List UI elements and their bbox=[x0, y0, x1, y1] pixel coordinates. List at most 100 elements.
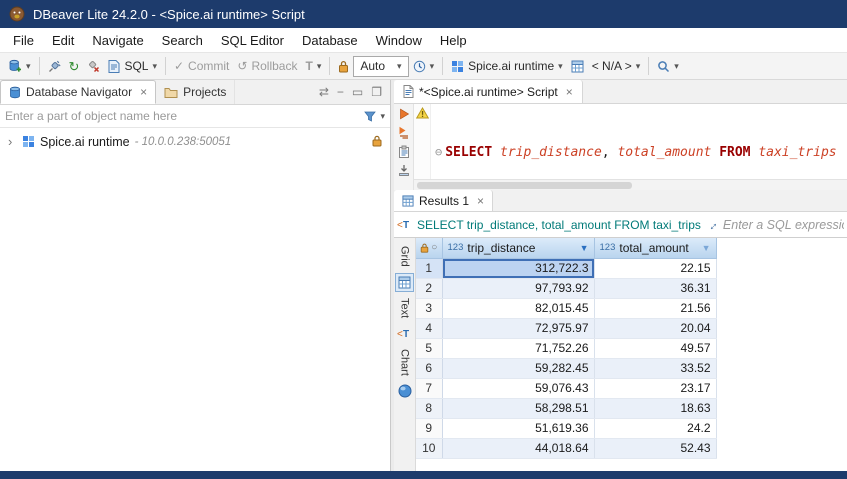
row-number-cell[interactable]: 2 bbox=[416, 278, 442, 298]
transaction-mode-combo[interactable]: Auto ▾ bbox=[353, 56, 408, 77]
caret-down-icon[interactable]: ▾ bbox=[380, 112, 385, 121]
chart-presentation-icon[interactable] bbox=[395, 382, 414, 401]
export-data-icon[interactable] bbox=[398, 164, 410, 176]
total-amount-cell[interactable]: 22.15 bbox=[594, 258, 716, 278]
total-amount-cell[interactable]: 18.63 bbox=[594, 398, 716, 418]
trip-distance-cell[interactable]: 312,722.3 bbox=[442, 258, 594, 278]
circle-icon: ○ bbox=[431, 242, 437, 253]
menu-help[interactable]: Help bbox=[431, 30, 476, 51]
row-number-cell[interactable]: 7 bbox=[416, 378, 442, 398]
navigator-tab-bar: Database Navigator × Projects ⇄ − ▭ ❐ bbox=[0, 80, 390, 105]
trip-distance-cell[interactable]: 59,076.43 bbox=[442, 378, 594, 398]
object-filter-input[interactable] bbox=[5, 109, 360, 123]
row-number-cell[interactable]: 5 bbox=[416, 338, 442, 358]
trip-distance-cell[interactable]: 97,793.92 bbox=[442, 278, 594, 298]
tab-results-1[interactable]: Results 1 × bbox=[394, 190, 493, 211]
row-number-cell[interactable]: 6 bbox=[416, 358, 442, 378]
expand-filter-icon[interactable]: ↔ bbox=[703, 215, 721, 233]
tab-label: Results 1 bbox=[419, 194, 469, 208]
trip-distance-cell[interactable]: 44,018.64 bbox=[442, 438, 594, 458]
search-button[interactable]: ▾ bbox=[653, 57, 683, 76]
menu-navigate[interactable]: Navigate bbox=[83, 30, 152, 51]
tab-sql-script[interactable]: *<Spice.ai runtime> Script × bbox=[394, 80, 583, 103]
menu-edit[interactable]: Edit bbox=[43, 30, 83, 51]
filter-funnel-icon[interactable] bbox=[364, 110, 376, 122]
presentation-text-label[interactable]: Text bbox=[399, 298, 411, 318]
connect-button[interactable] bbox=[44, 57, 65, 76]
total-amount-cell[interactable]: 23.17 bbox=[594, 378, 716, 398]
trip-distance-cell[interactable]: 59,282.45 bbox=[442, 358, 594, 378]
total-amount-cell[interactable]: 49.57 bbox=[594, 338, 716, 358]
total-amount-cell[interactable]: 21.56 bbox=[594, 298, 716, 318]
row-number-cell[interactable]: 10 bbox=[416, 438, 442, 458]
tab-database-navigator[interactable]: Database Navigator × bbox=[0, 80, 156, 104]
result-filter-input[interactable] bbox=[723, 218, 844, 232]
rollback-button[interactable]: ↺ Rollback bbox=[233, 56, 301, 76]
grid-presentation-icon[interactable] bbox=[395, 273, 414, 292]
reconnect-button[interactable]: ↻ bbox=[65, 57, 84, 76]
menu-window[interactable]: Window bbox=[367, 30, 431, 51]
scrollbar-thumb[interactable] bbox=[417, 182, 632, 189]
disconnect-button[interactable] bbox=[83, 57, 104, 76]
active-schema-selector[interactable]: < N/A > ▾ bbox=[588, 56, 645, 76]
total-amount-cell[interactable]: 52.43 bbox=[594, 438, 716, 458]
caret-down-icon: ▾ bbox=[397, 62, 402, 71]
row-number-cell[interactable]: 1 bbox=[416, 258, 442, 278]
maximize-icon[interactable]: ❐ bbox=[371, 85, 382, 99]
new-connection-button[interactable]: ▾ bbox=[4, 56, 35, 76]
tab-projects[interactable]: Projects bbox=[156, 80, 235, 104]
total-amount-cell[interactable]: 36.31 bbox=[594, 278, 716, 298]
row-number-cell[interactable]: 4 bbox=[416, 318, 442, 338]
menu-search[interactable]: Search bbox=[153, 30, 212, 51]
total-amount-cell[interactable]: 33.52 bbox=[594, 358, 716, 378]
column-header-trip-distance[interactable]: 123trip_distance▼ bbox=[442, 238, 594, 258]
sort-desc-icon[interactable]: ▼ bbox=[580, 243, 589, 253]
commit-button[interactable]: ✓ Commit bbox=[170, 56, 233, 76]
editor-ruler bbox=[414, 104, 431, 190]
column-header-total-amount[interactable]: 123total_amount▼ bbox=[594, 238, 716, 258]
transaction-timeout-button[interactable]: ▾ bbox=[409, 57, 439, 76]
close-icon[interactable]: × bbox=[566, 85, 573, 99]
grid-corner-cell[interactable]: ○ bbox=[416, 238, 442, 258]
script-icon bbox=[403, 85, 414, 98]
editor-horizontal-scrollbar[interactable] bbox=[414, 179, 847, 190]
close-icon[interactable]: × bbox=[477, 194, 484, 208]
rollback-label: Rollback bbox=[251, 59, 297, 73]
menu-file[interactable]: File bbox=[4, 30, 43, 51]
row-number-cell[interactable]: 8 bbox=[416, 398, 442, 418]
transaction-log-button[interactable]: T ▾ bbox=[301, 56, 325, 76]
menu-database[interactable]: Database bbox=[293, 30, 367, 51]
expander-icon[interactable]: › bbox=[8, 134, 17, 149]
total-amount-cell[interactable]: 24.2 bbox=[594, 418, 716, 438]
row-number-cell[interactable]: 9 bbox=[416, 418, 442, 438]
trip-distance-cell[interactable]: 71,752.26 bbox=[442, 338, 594, 358]
presentation-grid-label[interactable]: Grid bbox=[399, 246, 411, 267]
explain-plan-icon[interactable] bbox=[398, 145, 410, 158]
sql-editor-button[interactable]: SQL ▾ bbox=[104, 56, 161, 76]
result-table: ○ 123trip_distance▼ 123total_amount▼ bbox=[416, 238, 717, 459]
sort-icon[interactable]: ▼ bbox=[702, 243, 711, 253]
trip-distance-cell[interactable]: 58,298.51 bbox=[442, 398, 594, 418]
trip-distance-cell[interactable]: 51,619.36 bbox=[442, 418, 594, 438]
execute-statement-icon[interactable] bbox=[398, 108, 410, 120]
row-number-cell[interactable]: 3 bbox=[416, 298, 442, 318]
active-connection-selector[interactable]: Spice.ai runtime ▾ bbox=[447, 56, 567, 76]
minimize-icon[interactable]: ▭ bbox=[352, 85, 363, 99]
execute-script-icon[interactable] bbox=[398, 126, 410, 139]
collapse-all-icon[interactable]: − bbox=[337, 85, 344, 99]
link-editor-icon[interactable]: ⇄ bbox=[319, 85, 329, 99]
text-presentation-icon[interactable]: <T bbox=[395, 324, 414, 343]
table-list-button[interactable] bbox=[567, 57, 588, 76]
tree-item-connection[interactable]: › Spice.ai runtime - 10.0.0.238:50051 bbox=[0, 131, 390, 152]
connection-name: Spice.ai runtime bbox=[40, 135, 130, 149]
trip-distance-cell[interactable]: 82,015.45 bbox=[442, 298, 594, 318]
total-amount-cell[interactable]: 20.04 bbox=[594, 318, 716, 338]
close-icon[interactable]: × bbox=[140, 85, 147, 99]
autocommit-toggle[interactable] bbox=[334, 57, 353, 76]
results-body: Grid Text <T Chart ○ bbox=[394, 238, 847, 471]
trip-distance-cell[interactable]: 72,975.97 bbox=[442, 318, 594, 338]
presentation-chart-label[interactable]: Chart bbox=[399, 349, 411, 376]
sql-code-area[interactable]: ⊖SELECT trip_distance, total_amount FROM… bbox=[431, 104, 847, 190]
fold-icon[interactable]: ⊖ bbox=[435, 145, 442, 159]
menu-sql-editor[interactable]: SQL Editor bbox=[212, 30, 293, 51]
